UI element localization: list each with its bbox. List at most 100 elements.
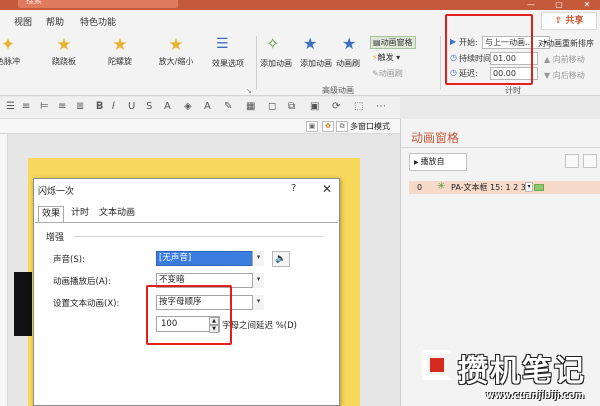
enhancement-section-label: 增强	[46, 233, 65, 243]
sound-label: 声音(S):	[53, 255, 85, 265]
watermark-text: 攒机笔记	[458, 354, 586, 389]
animation-painter-icon: ★	[303, 34, 318, 53]
effect-options-button[interactable]: 效果选项	[212, 58, 244, 69]
add-animation-button[interactable]: 添加动画	[260, 58, 292, 69]
watermark-logo-mark	[430, 358, 444, 372]
star-icon: ★	[112, 35, 128, 55]
sound-dropdown[interactable]: [无声音]	[156, 251, 264, 266]
shape-icon[interactable]: ◻	[268, 101, 276, 112]
animation-list-item[interactable]: 0 ✳ PA-文本框 15: 1 2 3... ▾	[409, 181, 600, 194]
move-earlier-label: 向前移动	[552, 55, 585, 64]
collect-animation-button[interactable]: 动画刷	[336, 58, 360, 69]
advanced-animation-group-label: 高级动画	[322, 86, 354, 95]
animation-pane-title: 动画窗格	[411, 131, 460, 145]
timing-group-label: 计时	[505, 86, 521, 95]
align-center-icon[interactable]: ≡	[58, 101, 66, 112]
chevron-down-icon[interactable]: ▾	[252, 273, 264, 288]
effect-label: 色脉冲	[0, 57, 20, 66]
title-bar: 搜索 — ▢ ✕	[0, 0, 600, 10]
underline-icon[interactable]: U	[128, 101, 135, 112]
dialog-title: 闪烁一次	[38, 187, 75, 197]
rotate-icon[interactable]: ⟳	[332, 101, 340, 112]
bold-icon[interactable]: 𝐁	[96, 101, 103, 112]
font-color-icon[interactable]: A	[204, 101, 211, 112]
table-icon[interactable]: ▦	[246, 101, 255, 112]
search-input[interactable]: 搜索	[18, 0, 178, 8]
brush-icon: ✎	[372, 69, 379, 78]
move-down-button[interactable]	[583, 154, 597, 168]
add-animation-icon: ✧	[266, 34, 280, 53]
settings-icon[interactable]: ✿	[322, 121, 334, 132]
animation-pane-button[interactable]: ▤动画窗格	[370, 36, 416, 49]
close-window-button[interactable]: ✕	[574, 0, 600, 10]
number-list-icon[interactable]: ≡	[22, 101, 30, 112]
tab-help[interactable]: 帮助	[46, 15, 64, 28]
effect-label: 陀螺旋	[108, 57, 132, 66]
item-name: PA-文本框 15: 1 2 3...	[451, 183, 534, 192]
animation-painter-button[interactable]: 添加动画	[300, 58, 332, 69]
shadow-icon[interactable]: A	[164, 101, 171, 112]
up-arrow-icon: ▲	[544, 55, 553, 64]
item-order: 0	[417, 183, 423, 192]
tab-features[interactable]: 特色功能	[80, 15, 116, 28]
after-animation-label: 动画播放后(A):	[53, 277, 111, 287]
timing-highlight	[445, 14, 533, 85]
effect-pulse[interactable]: ✦ 色脉冲	[0, 34, 30, 67]
vertical-ruler	[0, 134, 8, 406]
multi-window-label[interactable]: 多窗口模式	[350, 121, 390, 132]
group-icon[interactable]: ▣	[310, 101, 319, 112]
tab-effect[interactable]: 效果	[38, 206, 65, 223]
tab-text-animation[interactable]: 文本动画	[96, 206, 138, 223]
pane-divider	[401, 147, 600, 148]
divider	[256, 36, 257, 90]
help-button[interactable]: ?	[291, 183, 296, 194]
dialog-launcher-icon[interactable]: ↘	[246, 87, 252, 95]
effect-spin[interactable]: ★ 陀螺旋	[98, 34, 142, 67]
strikethrough-icon[interactable]: S	[146, 101, 152, 112]
fill-color-icon[interactable]: ◈	[184, 101, 192, 112]
format-toolbar: ☰ ≡ ⊨ ≡ ≣ 𝐁 𝐼 U S A ◈ A ✎ ▦ ◻ ⧉ ▣ ⟳ ⬚ ⋯	[0, 97, 400, 119]
align-left-icon[interactable]: ⊨	[40, 101, 49, 112]
maximize-button[interactable]: ▢	[546, 0, 572, 10]
animation-brush-label: 动画刷	[378, 69, 403, 78]
timeline-bar[interactable]	[534, 184, 544, 191]
watermark-url: www.cuanjibiji.com	[486, 391, 585, 401]
tab-view[interactable]: 视图	[14, 15, 32, 28]
move-up-button[interactable]	[565, 154, 579, 168]
more-icon[interactable]: ⋯	[376, 101, 386, 112]
multi-window-icon[interactable]: ⧉	[336, 121, 348, 132]
animate-text-label: 设置文本动画(X):	[53, 299, 120, 309]
share-button[interactable]: ⇪ 共享	[541, 12, 597, 30]
reorder-label: 对动画重新排序	[538, 39, 594, 48]
chevron-down-icon[interactable]: ▾	[525, 182, 533, 192]
trigger-button[interactable]: ⚡触发 ▾	[372, 52, 400, 63]
effect-teeter[interactable]: ★ 跷跷板	[42, 34, 86, 67]
move-earlier-button[interactable]: ▲ 向前移动	[544, 54, 585, 65]
trigger-label: 触发	[377, 53, 394, 62]
line-color-icon[interactable]: ✎	[224, 101, 232, 112]
animation-pane-label: 动画窗格	[380, 38, 413, 47]
share-label: 共享	[565, 16, 584, 26]
play-label: 播放自	[420, 157, 445, 166]
collect-animation-icon: ★	[342, 34, 357, 53]
slide-shape[interactable]	[14, 272, 32, 336]
arrange-icon[interactable]: ⧉	[288, 101, 295, 112]
chevron-down-icon[interactable]: ▾	[252, 295, 264, 310]
select-icon[interactable]: ⬚	[354, 101, 363, 112]
picture-icon[interactable]: ▣	[306, 121, 318, 132]
align-right-icon[interactable]: ≣	[76, 101, 84, 112]
share-icon: ⇪	[554, 16, 566, 26]
divider	[440, 36, 441, 90]
animation-brush-button[interactable]: ✎动画刷	[372, 68, 403, 79]
chevron-down-icon[interactable]: ▾	[252, 251, 264, 266]
speaker-icon[interactable]: 🔈	[272, 251, 290, 267]
effect-grow-shrink[interactable]: ★ 放大/缩小	[154, 34, 198, 67]
minimize-button[interactable]: —	[518, 0, 544, 10]
tab-timing[interactable]: 计时	[68, 206, 92, 223]
italic-icon[interactable]: 𝐼	[112, 101, 115, 112]
star-icon: ★	[168, 35, 184, 55]
dialog-close-button[interactable]: ✕	[322, 182, 332, 196]
move-later-button[interactable]: ▼ 向后移动	[544, 70, 585, 81]
bullet-list-icon[interactable]: ☰	[6, 101, 15, 112]
play-from-button[interactable]: ▶ 播放自	[409, 153, 467, 171]
